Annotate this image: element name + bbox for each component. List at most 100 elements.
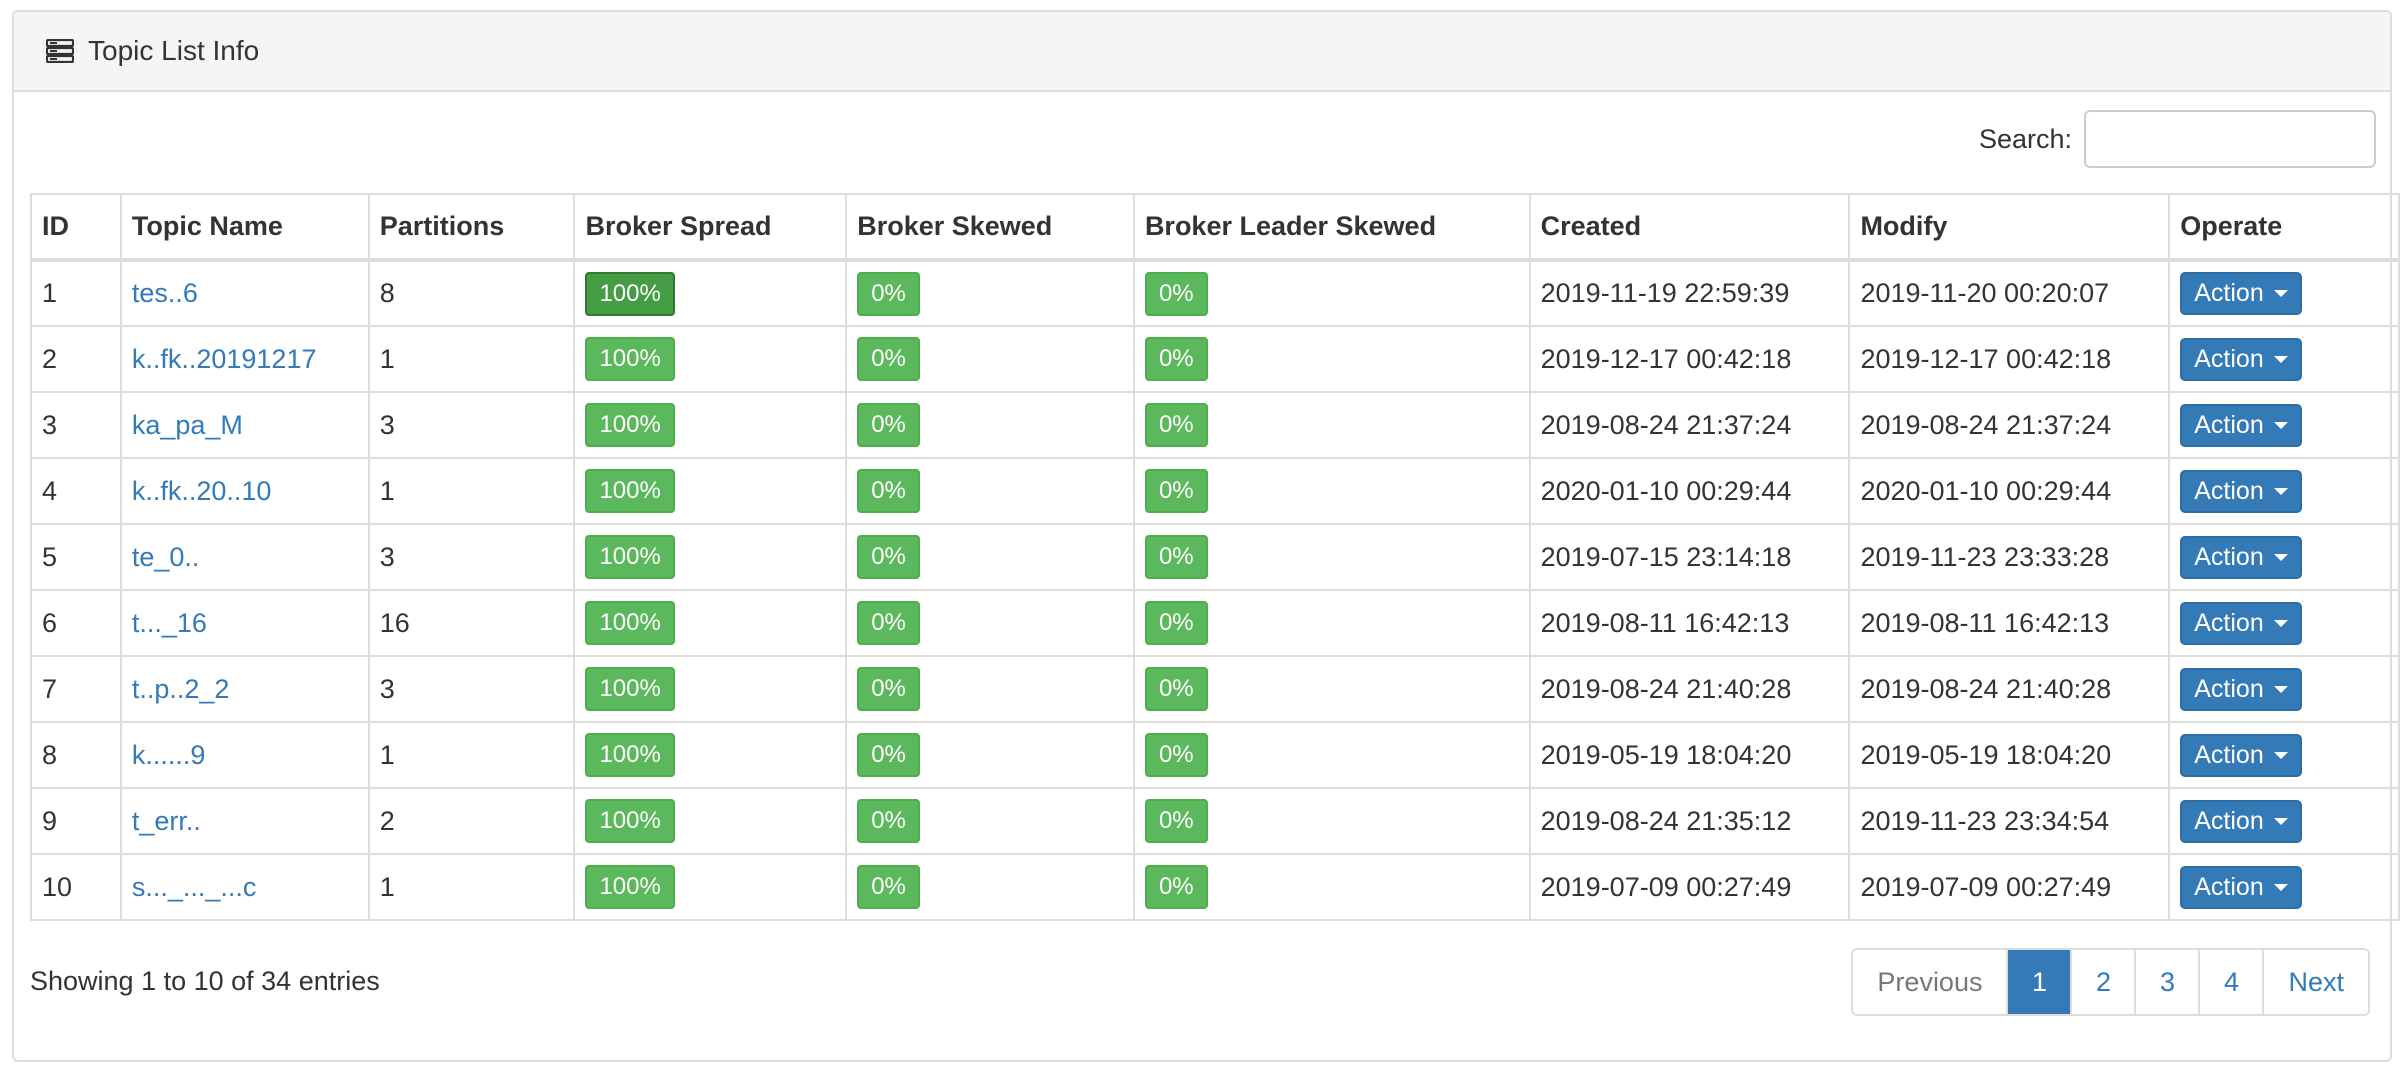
cell-created: 2019-08-24 21:35:12 [1528, 787, 1851, 855]
spread-badge: 100% [585, 535, 675, 579]
spread-badge: 100% [585, 337, 675, 381]
spread-badge: 100% [585, 271, 675, 316]
action-label: Action [2194, 806, 2264, 835]
cell-operate: Action [2168, 325, 2400, 393]
action-button[interactable]: Action [2180, 733, 2302, 777]
header-id[interactable]: ID [30, 193, 122, 262]
caret-down-icon [2273, 751, 2288, 759]
table-header-row: ID Topic Name Partitions Broker Spread B… [30, 193, 2400, 262]
pagination-page-2[interactable]: 2 [2070, 950, 2135, 1014]
table-row: 10 s..._..._...c 1 100% 0% 0% 2019-07-09… [30, 853, 2400, 921]
spread-badge: 100% [585, 469, 675, 513]
topic-link[interactable]: k..fk..20..10 [132, 476, 272, 506]
action-button[interactable]: Action [2180, 601, 2302, 645]
cell-broker-leader-skewed: 0% [1132, 325, 1531, 393]
skewed-badge: 0% [857, 469, 920, 513]
cell-operate: Action [2168, 391, 2400, 459]
cell-created: 2019-12-17 00:42:18 [1528, 325, 1851, 393]
caret-down-icon [2273, 421, 2288, 429]
cell-id: 3 [30, 391, 122, 459]
action-button[interactable]: Action [2180, 865, 2302, 909]
action-button[interactable]: Action [2180, 469, 2302, 513]
cell-broker-skewed: 0% [845, 853, 1135, 921]
header-broker-spread[interactable]: Broker Spread [573, 193, 848, 262]
cell-broker-leader-skewed: 0% [1132, 655, 1531, 723]
topic-link[interactable]: t..p..2_2 [132, 674, 230, 704]
skewed-badge: 0% [857, 733, 920, 777]
cell-broker-spread: 100% [573, 853, 848, 921]
topic-link[interactable]: k......9 [132, 740, 206, 770]
cell-broker-skewed: 0% [845, 721, 1135, 789]
pagination-page-3[interactable]: 3 [2134, 950, 2199, 1014]
header-topic-name[interactable]: Topic Name [119, 193, 370, 262]
cell-operate: Action [2168, 523, 2400, 591]
action-button[interactable]: Action [2180, 337, 2302, 381]
header-broker-skewed[interactable]: Broker Skewed [845, 193, 1135, 262]
topic-link[interactable]: s..._..._...c [132, 872, 257, 902]
action-label: Action [2194, 740, 2264, 769]
panel-title: Topic List Info [88, 35, 260, 66]
table-row: 5 te_0.. 3 100% 0% 0% 2019-07-15 23:14:1… [30, 523, 2400, 591]
cell-created: 2019-05-19 18:04:20 [1528, 721, 1851, 789]
action-button[interactable]: Action [2180, 535, 2302, 579]
pagination: Previous 1 2 3 4 Next [1851, 948, 2370, 1016]
cell-created: 2019-07-15 23:14:18 [1528, 523, 1851, 591]
cell-modify: 2019-08-24 21:37:24 [1848, 391, 2171, 459]
action-button[interactable]: Action [2180, 272, 2302, 315]
topic-link[interactable]: te_0.. [132, 542, 200, 572]
header-partitions[interactable]: Partitions [367, 193, 576, 262]
skewed-badge: 0% [857, 601, 920, 645]
cell-partitions: 16 [367, 589, 576, 657]
pagination-next[interactable]: Next [2262, 950, 2368, 1014]
cell-broker-spread: 100% [573, 721, 848, 789]
pagination-page-1[interactable]: 1 [2006, 950, 2071, 1014]
cell-partitions: 8 [367, 259, 576, 327]
leader-skewed-badge: 0% [1144, 337, 1208, 381]
action-label: Action [2194, 608, 2264, 637]
cell-broker-skewed: 0% [845, 457, 1135, 525]
cell-created: 2019-08-24 21:40:28 [1528, 655, 1851, 723]
topics-table: ID Topic Name Partitions Broker Spread B… [30, 193, 2400, 921]
entries-info: Showing 1 to 10 of 34 entries [30, 966, 380, 996]
search-input[interactable] [2084, 110, 2376, 168]
leader-skewed-badge: 0% [1144, 733, 1208, 777]
cell-operate: Action [2168, 787, 2400, 855]
header-modify[interactable]: Modify [1848, 193, 2171, 262]
cell-operate: Action [2168, 259, 2400, 327]
cell-topic-name: ka_pa_M [119, 391, 370, 459]
spread-badge: 100% [585, 733, 675, 777]
leader-skewed-badge: 0% [1144, 403, 1208, 447]
leader-skewed-badge: 0% [1144, 601, 1208, 645]
action-button[interactable]: Action [2180, 403, 2302, 447]
spread-badge: 100% [585, 601, 675, 645]
header-created[interactable]: Created [1528, 193, 1851, 262]
header-operate: Operate [2168, 193, 2400, 262]
table-row: 7 t..p..2_2 3 100% 0% 0% 2019-08-24 21:4… [30, 655, 2400, 723]
cell-created: 2019-07-09 00:27:49 [1528, 853, 1851, 921]
cell-broker-spread: 100% [573, 589, 848, 657]
pagination-page-4[interactable]: 4 [2198, 950, 2263, 1014]
action-label: Action [2194, 872, 2264, 901]
search-row: Search: [1979, 110, 2376, 168]
caret-down-icon [2273, 817, 2288, 825]
cell-id: 2 [30, 325, 122, 393]
cell-broker-leader-skewed: 0% [1132, 787, 1531, 855]
cell-operate: Action [2168, 655, 2400, 723]
header-broker-leader-skewed[interactable]: Broker Leader Skewed [1132, 193, 1531, 262]
topic-link[interactable]: ka_pa_M [132, 410, 243, 440]
skewed-badge: 0% [857, 403, 920, 447]
cell-modify: 2019-05-19 18:04:20 [1848, 721, 2171, 789]
cell-modify: 2019-07-09 00:27:49 [1848, 853, 2171, 921]
cell-topic-name: tes..6 [119, 259, 370, 327]
topic-link[interactable]: k..fk..20191217 [132, 344, 317, 374]
topic-link[interactable]: t..._16 [132, 608, 207, 638]
action-button[interactable]: Action [2180, 799, 2302, 843]
topic-link[interactable]: tes..6 [132, 278, 198, 308]
action-button[interactable]: Action [2180, 667, 2302, 711]
topic-link[interactable]: t_err.. [132, 806, 201, 836]
cell-broker-skewed: 0% [845, 787, 1135, 855]
table-row: 3 ka_pa_M 3 100% 0% 0% 2019-08-24 21:37:… [30, 391, 2400, 459]
cell-broker-spread: 100% [573, 391, 848, 459]
pagination-previous[interactable]: Previous [1853, 950, 2007, 1014]
table-row: 8 k......9 1 100% 0% 0% 2019-05-19 18:04… [30, 721, 2400, 789]
